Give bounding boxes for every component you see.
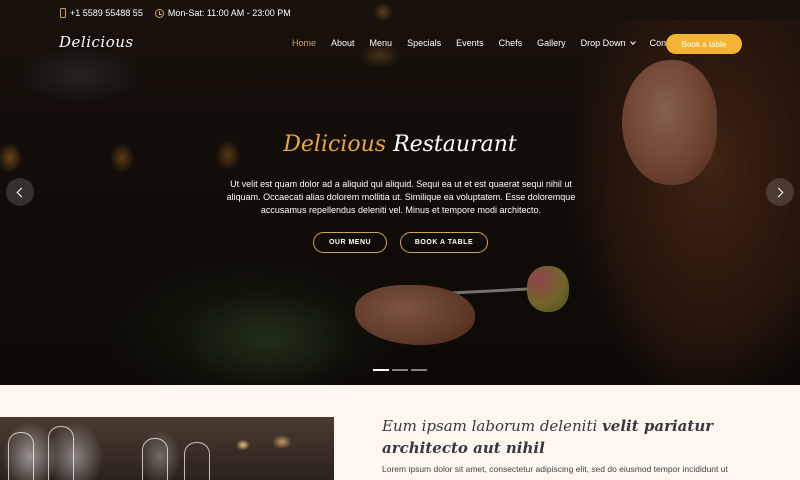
about-heading: Eum ipsam laborum deleniti velit pariatu… [382, 415, 762, 459]
nav-specials[interactable]: Specials [407, 38, 441, 48]
phone-number: +1 5589 55488 55 [70, 8, 143, 18]
hero-description: Ut velit est quam dolor ad a aliquid qui… [226, 179, 576, 215]
nav-home[interactable]: Home [292, 38, 316, 48]
hours-info: Mon-Sat: 11:00 AM - 23:00 PM [154, 8, 291, 18]
nav-dropdown[interactable]: Drop Down [580, 38, 636, 48]
carousel-indicator-3[interactable] [411, 369, 427, 371]
hero-title-main: Restaurant [393, 132, 517, 157]
about-heading-normal: Eum ipsam laborum deleniti [382, 417, 598, 435]
main-nav: Home About Menu Specials Events Chefs Ga… [292, 38, 696, 48]
hero-buttons: OUR MENU BOOK A TABLE [313, 232, 488, 253]
chevron-right-icon [773, 187, 784, 197]
carousel-next-button[interactable] [766, 178, 794, 206]
nav-chefs[interactable]: Chefs [499, 38, 523, 48]
carousel-prev-button[interactable] [6, 178, 34, 206]
chevron-down-icon [629, 39, 636, 45]
nav-events[interactable]: Events [456, 38, 484, 48]
clock-icon [154, 8, 164, 18]
about-text: Lorem ipsum dolor sit amet, consectetur … [382, 464, 728, 474]
top-bar: +1 5589 55488 55 Mon-Sat: 11:00 AM - 23:… [60, 6, 291, 20]
wine-glass [48, 426, 74, 480]
site-logo[interactable]: Delicious [59, 33, 134, 51]
carousel-indicator-2[interactable] [392, 369, 408, 371]
hero-title: Delicious Restaurant [0, 132, 800, 157]
book-a-table-button[interactable]: BOOK A TABLE [400, 232, 488, 253]
our-menu-button[interactable]: OUR MENU [313, 232, 387, 253]
chevron-left-icon [16, 187, 27, 197]
wine-glass [184, 442, 210, 480]
phone-icon [60, 8, 66, 18]
wine-glass [142, 438, 168, 480]
carousel-indicators [373, 369, 427, 371]
hero-title-accent: Delicious [283, 132, 387, 157]
wine-glass [8, 432, 34, 480]
nav-gallery[interactable]: Gallery [537, 38, 566, 48]
nav-dropdown-label: Drop Down [580, 38, 626, 48]
nav-menu[interactable]: Menu [370, 38, 393, 48]
book-table-button[interactable]: Book a table [666, 34, 742, 54]
about-image [0, 417, 334, 480]
opening-hours: Mon-Sat: 11:00 AM - 23:00 PM [167, 8, 291, 18]
carousel-indicator-1[interactable] [373, 369, 389, 371]
phone-info: +1 5589 55488 55 [60, 8, 143, 18]
nav-about[interactable]: About [331, 38, 355, 48]
